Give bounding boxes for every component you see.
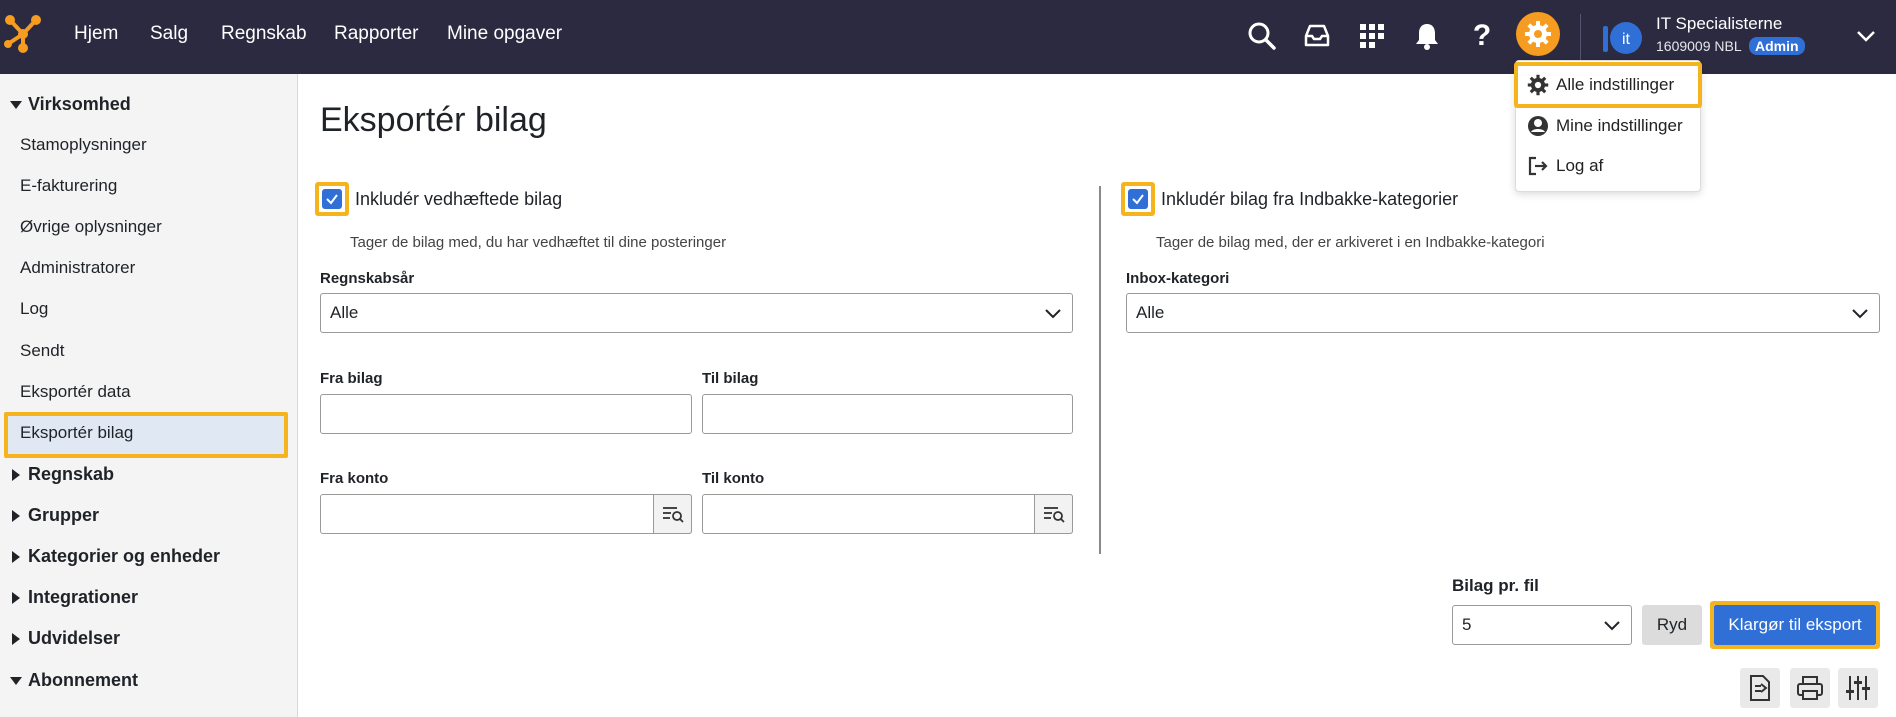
nav-home[interactable]: Hjem bbox=[74, 22, 118, 46]
print-icon[interactable] bbox=[1790, 668, 1830, 708]
settings-gear-button[interactable] bbox=[1516, 12, 1560, 56]
caret-down-icon bbox=[8, 97, 24, 113]
per-file-select[interactable]: 5 bbox=[1452, 605, 1632, 645]
inbox-category-label: Inbox-kategori bbox=[1126, 270, 1230, 287]
menu-item-log-out[interactable]: Log af bbox=[1526, 152, 1603, 180]
export-button-highlight: Klargør til eksport bbox=[1710, 601, 1880, 649]
sidebar-item-master-data[interactable]: Stamoplysninger bbox=[20, 135, 147, 155]
checkmark-icon bbox=[322, 189, 342, 209]
gear-icon bbox=[1525, 21, 1551, 47]
nav-reports[interactable]: Rapporter bbox=[334, 22, 419, 46]
caret-right-icon bbox=[8, 590, 24, 606]
menu-item-label: Mine indstillinger bbox=[1556, 116, 1683, 135]
user-circle-icon bbox=[1526, 114, 1550, 138]
logout-icon bbox=[1526, 154, 1550, 178]
menu-item-my-settings[interactable]: Mine indstillinger bbox=[1526, 112, 1683, 140]
company-name: IT Specialisterne bbox=[1656, 14, 1783, 33]
sidebar-item-export-data[interactable]: Eksportér data bbox=[20, 382, 131, 402]
sidebar-item-export-vouchers[interactable]: Eksportér bilag bbox=[20, 423, 133, 443]
include-inbox-label[interactable]: Inkludér bilag fra Indbakke-kategorier bbox=[1161, 188, 1458, 210]
per-file-label: Bilag pr. fil bbox=[1452, 576, 1539, 595]
include-attached-label[interactable]: Inkludér vedhæftede bilag bbox=[355, 188, 562, 210]
from-voucher-label: Fra bilag bbox=[320, 370, 383, 387]
sidebar-item-e-invoicing[interactable]: E-fakturering bbox=[20, 176, 117, 196]
caret-down-icon bbox=[8, 673, 24, 689]
sidebar-item-log[interactable]: Log bbox=[20, 299, 48, 319]
sidebar-section-groups[interactable]: Grupper bbox=[8, 505, 99, 526]
fiscal-year-select[interactable]: Alle bbox=[320, 293, 1073, 333]
svg-text:it: it bbox=[1622, 31, 1631, 48]
account-lookup-button[interactable] bbox=[1034, 494, 1073, 534]
company-id: 1609009 NBL bbox=[1656, 38, 1742, 54]
list-search-icon bbox=[1043, 507, 1065, 523]
nav-my-tasks[interactable]: Mine opgaver bbox=[447, 22, 562, 46]
export-file-icon[interactable] bbox=[1740, 668, 1780, 708]
checkmark-icon bbox=[1128, 189, 1148, 209]
caret-right-icon bbox=[8, 508, 24, 524]
bell-icon[interactable] bbox=[1407, 16, 1447, 56]
sidebar-item-other-info[interactable]: Øvrige oplysninger bbox=[20, 217, 162, 237]
sidebar: Virksomhed Stamoplysninger E-fakturering… bbox=[0, 74, 298, 717]
menu-item-highlight bbox=[1514, 62, 1702, 108]
from-account-input[interactable] bbox=[320, 494, 692, 534]
company-avatar[interactable]: it bbox=[1600, 16, 1644, 60]
from-voucher-input[interactable] bbox=[320, 394, 692, 434]
inbox-icon[interactable] bbox=[1297, 16, 1337, 56]
logo-icon[interactable] bbox=[4, 14, 42, 54]
caret-right-icon bbox=[8, 549, 24, 565]
role-badge: Admin bbox=[1749, 37, 1805, 55]
apps-grid-icon[interactable] bbox=[1352, 16, 1392, 56]
page-title: Eksportér bilag bbox=[320, 101, 547, 139]
sidebar-section-accounting[interactable]: Regnskab bbox=[8, 464, 114, 485]
fiscal-year-label: Regnskabsår bbox=[320, 270, 415, 287]
chevron-down-icon[interactable] bbox=[1852, 22, 1880, 50]
from-account-label: Fra konto bbox=[320, 470, 389, 487]
sidebar-section-subscription[interactable]: Abonnement bbox=[8, 670, 138, 691]
list-search-icon bbox=[662, 507, 684, 523]
sidebar-section-integrations[interactable]: Integrationer bbox=[8, 587, 138, 608]
clear-button[interactable]: Ryd bbox=[1642, 605, 1702, 645]
column-divider bbox=[1099, 186, 1101, 554]
sidebar-section-company[interactable]: Virksomhed bbox=[8, 94, 131, 115]
sliders-icon[interactable] bbox=[1838, 668, 1878, 708]
prepare-export-button[interactable]: Klargør til eksport bbox=[1714, 605, 1876, 645]
inbox-category-select[interactable]: Alle bbox=[1126, 293, 1880, 333]
sidebar-item-administrators[interactable]: Administratorer bbox=[20, 258, 135, 278]
account-lookup-button[interactable] bbox=[653, 494, 692, 534]
include-inbox-help: Tager de bilag med, der er arkiveret i e… bbox=[1156, 234, 1545, 251]
menu-item-label: Log af bbox=[1556, 156, 1604, 175]
chevron-down-icon bbox=[1045, 309, 1061, 319]
caret-right-icon bbox=[8, 631, 24, 647]
include-attached-help: Tager de bilag med, du har vedhæftet til… bbox=[350, 234, 727, 251]
caret-right-icon bbox=[8, 467, 24, 483]
sidebar-section-extensions[interactable]: Udvidelser bbox=[8, 628, 120, 649]
to-voucher-input[interactable] bbox=[702, 394, 1073, 434]
to-voucher-label: Til bilag bbox=[702, 370, 759, 387]
help-icon[interactable]: ? bbox=[1462, 16, 1502, 56]
nav-accounting[interactable]: Regnskab bbox=[221, 22, 307, 46]
include-inbox-checkbox[interactable] bbox=[1121, 182, 1155, 216]
chevron-down-icon bbox=[1852, 309, 1868, 319]
sidebar-section-categories[interactable]: Kategorier og enheder bbox=[8, 546, 220, 567]
include-attached-checkbox[interactable] bbox=[315, 182, 349, 216]
company-info: 1609009 NBL Admin bbox=[1656, 37, 1805, 55]
chevron-down-icon bbox=[1604, 621, 1620, 631]
topbar-divider bbox=[1580, 14, 1581, 60]
search-icon[interactable] bbox=[1242, 16, 1282, 56]
to-account-label: Til konto bbox=[702, 470, 765, 487]
sidebar-item-sent[interactable]: Sendt bbox=[20, 341, 64, 361]
nav-sales[interactable]: Salg bbox=[150, 22, 188, 46]
to-account-input[interactable] bbox=[702, 494, 1073, 534]
